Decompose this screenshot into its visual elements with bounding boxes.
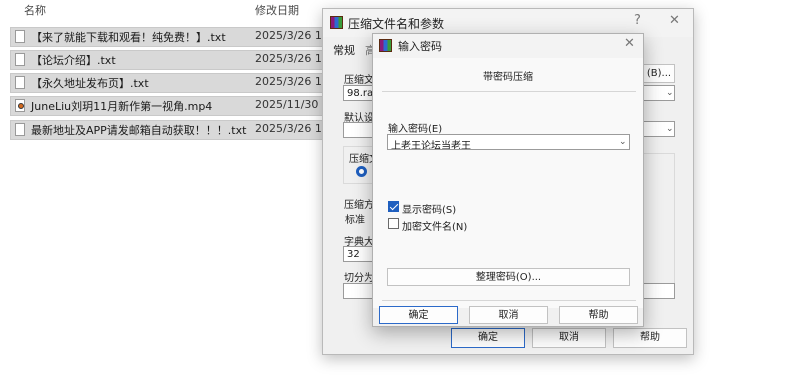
split-volumes-unit[interactable] — [643, 283, 675, 299]
organize-passwords-button[interactable]: 整理密码(O)... — [387, 268, 630, 286]
archive-options-group — [643, 153, 675, 291]
video-file-icon — [15, 99, 25, 112]
cancel-button[interactable]: 取消 — [469, 306, 548, 324]
text-file-icon — [15, 76, 25, 89]
file-name[interactable]: 最新地址及APP请发邮箱自动获取！！！.txt — [31, 122, 246, 138]
ok-button[interactable]: 确定 — [451, 328, 525, 348]
ok-button[interactable]: 确定 — [379, 306, 458, 324]
dialog-title: 输入密码 — [398, 40, 442, 53]
column-header-name[interactable]: 名称 — [24, 0, 46, 22]
winrar-icon — [330, 16, 343, 29]
divider — [382, 300, 636, 301]
winrar-icon — [379, 39, 392, 52]
chevron-down-icon[interactable]: ⌄ — [619, 137, 627, 147]
tab-general[interactable]: 常规 — [333, 42, 355, 58]
encrypt-names-checkbox[interactable] — [388, 218, 399, 229]
file-date: 2025/3/26 1:0 — [255, 52, 333, 65]
help-icon[interactable]: ? — [634, 13, 641, 28]
chevron-down-icon: ⌄ — [666, 124, 674, 134]
dialog-caption: 带密码压缩 — [483, 72, 533, 83]
rar-format-radio[interactable] — [356, 166, 367, 177]
help-button[interactable]: 帮助 — [559, 306, 638, 324]
password-label: 输入密码(E) — [388, 124, 443, 135]
file-date: 2025/3/26 1:0 — [255, 122, 333, 135]
show-password-label[interactable]: 显示密码(S) — [402, 201, 456, 216]
cancel-button[interactable]: 取消 — [532, 328, 606, 348]
title-bar[interactable]: 输入密码 ✕ — [373, 34, 643, 58]
file-name[interactable]: JuneLiu刘玥11月新作第一视角.mp4 — [31, 98, 212, 114]
show-password-checkbox[interactable] — [388, 201, 399, 212]
divider — [382, 91, 636, 92]
method-label: 压缩方 — [344, 200, 374, 211]
sort-up-icon: ^ — [131, 0, 140, 7]
file-date: 2025/3/26 1:0 — [255, 75, 333, 88]
encrypt-names-label[interactable]: 加密文件名(N) — [402, 218, 467, 233]
file-date: 2025/3/26 1:0 — [255, 29, 333, 42]
dialog-title: 压缩文件名和参数 — [348, 17, 445, 31]
file-name[interactable]: 【永久地址发布页】.txt — [31, 75, 149, 91]
close-icon[interactable]: ✕ — [669, 13, 680, 28]
method-value[interactable]: 标准 — [345, 211, 365, 226]
file-date: 2025/11/30 1 — [255, 98, 329, 111]
file-name[interactable]: 【论坛介绍】.txt — [31, 52, 116, 68]
text-file-icon — [15, 30, 25, 43]
close-icon[interactable]: ✕ — [624, 36, 635, 51]
help-button[interactable]: 帮助 — [613, 328, 687, 348]
browse-button[interactable]: (B)... — [643, 64, 675, 83]
password-input[interactable]: 上老王论坛当老王 — [387, 134, 630, 150]
chevron-down-icon: ⌄ — [666, 88, 674, 98]
file-name[interactable]: 【来了就能下载和观看！纯免费！】.txt — [31, 29, 226, 45]
column-header-date[interactable]: 修改日期 — [255, 0, 299, 22]
enter-password-dialog: 输入密码 ✕ 带密码压缩 输入密码(E) 上老王论坛当老王 ⌄ 显示密码(S) … — [372, 33, 644, 327]
dialog-body: 带密码压缩 输入密码(E) 上老王论坛当老王 ⌄ 显示密码(S) 加密文件名(N… — [373, 58, 643, 308]
text-file-icon — [15, 123, 25, 136]
text-file-icon — [15, 53, 25, 66]
